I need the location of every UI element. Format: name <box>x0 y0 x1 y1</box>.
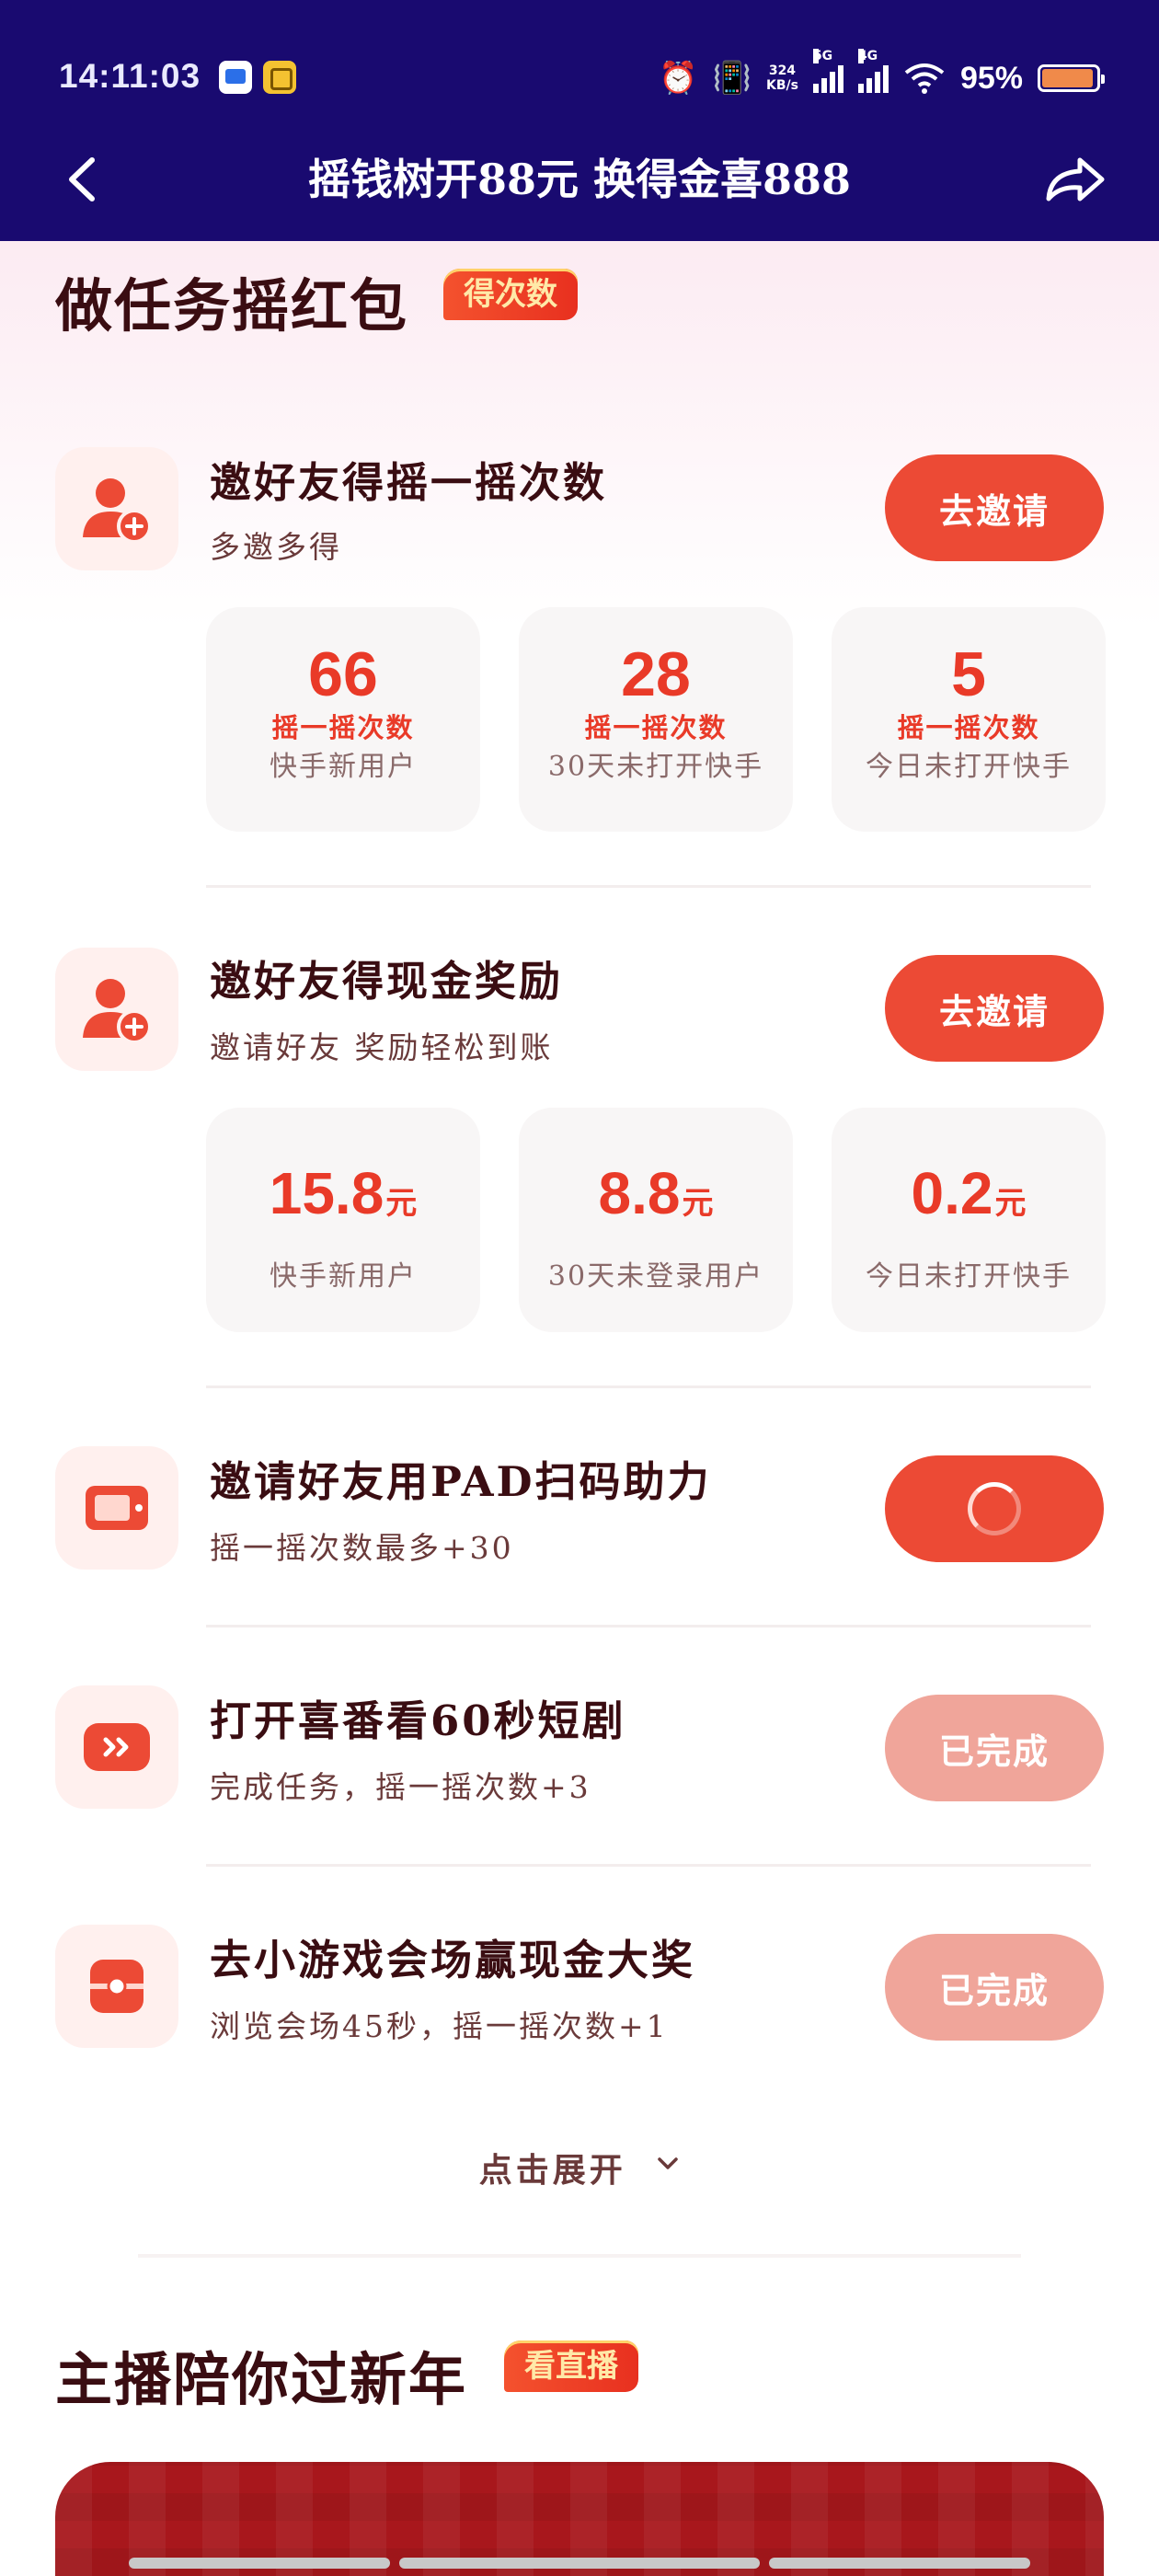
stat-desc: 快手新用户 <box>270 751 417 783</box>
stat-value: 28 <box>621 639 691 709</box>
tasks-section-title: 做任务摇红包 <box>55 272 409 339</box>
completed-button[interactable]: 已完成 <box>885 1695 1104 1801</box>
stat-label: 摇一摇次数 <box>584 712 728 743</box>
cash-value: 8.8元 <box>598 1160 714 1226</box>
signal-4g-icon: 4G <box>857 49 889 93</box>
vibrate-icon: 📳 <box>712 60 752 97</box>
add-user-icon <box>83 478 152 544</box>
drama-task-icon <box>55 1685 178 1809</box>
expand-button[interactable]: 点击展开 <box>0 2144 1159 2191</box>
battery-percent: 95% <box>959 60 1023 96</box>
stat-value: 66 <box>308 639 378 709</box>
page-title: 摇钱树开88元 换得金喜888 <box>307 155 852 204</box>
cash-desc: 快手新用户 <box>270 1260 417 1293</box>
top-bar: 14:11:03 ⏰ 📳 324 KB/s 5G 4G 95% 摇钱树开88元 … <box>0 0 1159 241</box>
add-user-icon <box>83 979 152 1044</box>
share-icon <box>1046 157 1105 201</box>
section-divider <box>138 2254 1021 2258</box>
task-subtitle: 完成任务，摇一摇次数+3 <box>210 1769 591 1805</box>
play-icon <box>84 1723 150 1771</box>
app-notification-icon <box>263 61 296 94</box>
tablet-icon <box>86 1486 148 1530</box>
live-section-badge[interactable]: 看直播 <box>504 2340 638 2392</box>
game-box-icon <box>90 1960 143 2013</box>
pad-assist-button-loading[interactable] <box>885 1455 1104 1562</box>
chevron-down-icon <box>658 2157 679 2169</box>
cash-card: 15.8元 快手新用户 <box>206 1108 480 1332</box>
game-task-icon <box>55 1925 178 2048</box>
task-title: 邀请好友用PAD扫码助力 <box>210 1457 712 1506</box>
invite-task-icon <box>55 447 178 570</box>
cash-value: 15.8元 <box>269 1160 418 1226</box>
signal-5g-icon: 5G <box>812 49 843 93</box>
task-subtitle: 浏览会场45秒，摇一摇次数+1 <box>210 2008 669 2044</box>
wifi-icon <box>904 63 945 94</box>
invite-button[interactable]: 去邀请 <box>885 955 1104 1062</box>
cash-card: 8.8元 30天未登录用户 <box>519 1108 793 1332</box>
task-title: 邀好友得摇一摇次数 <box>210 458 608 507</box>
stat-card: 28 摇一摇次数 30天未打开快手 <box>519 607 793 832</box>
page-content <box>0 241 1159 2576</box>
cash-invite-task-icon <box>55 948 178 1071</box>
invite-button[interactable]: 去邀请 <box>885 454 1104 561</box>
task-subtitle: 多邀多得 <box>210 529 342 565</box>
task-subtitle: 邀请好友 奖励轻松到账 <box>210 1029 554 1065</box>
stat-value: 5 <box>951 639 986 709</box>
live-section-title: 主播陪你过新年 <box>55 2346 468 2413</box>
stat-card: 5 摇一摇次数 今日未打开快手 <box>832 607 1106 832</box>
battery-icon <box>1038 64 1105 92</box>
cash-card: 0.2元 今日未打开快手 <box>832 1108 1106 1332</box>
stat-desc: 30天未打开快手 <box>547 751 764 783</box>
task-title: 打开喜番看60秒短剧 <box>210 1696 626 1745</box>
divider <box>206 1864 1091 1867</box>
divider <box>206 885 1091 888</box>
stat-card: 66 摇一摇次数 快手新用户 <box>206 607 480 832</box>
task-title: 邀好友得现金奖励 <box>210 957 564 1006</box>
net-speed: 324 KB/s <box>765 63 798 93</box>
cash-desc: 今日未打开快手 <box>866 1260 1072 1293</box>
alarm-icon: ⏰ <box>659 60 698 97</box>
stat-desc: 今日未打开快手 <box>866 751 1072 783</box>
completed-button[interactable]: 已完成 <box>885 1934 1104 2041</box>
task-title: 去小游戏会场赢现金大奖 <box>210 1936 696 1984</box>
page-indicator <box>0 2558 1159 2572</box>
chat-app-notification-icon <box>219 61 252 94</box>
tasks-section-badge: 得次数 <box>443 269 578 320</box>
status-bar: 14:11:03 ⏰ 📳 324 KB/s 5G 4G 95% <box>0 0 1159 156</box>
status-indicators: ⏰ 📳 324 KB/s 5G 4G 95% <box>659 49 1105 101</box>
status-time: 14:11:03 <box>59 57 201 95</box>
stat-label: 摇一摇次数 <box>271 712 415 743</box>
divider <box>206 1386 1091 1388</box>
cash-desc: 30天未登录用户 <box>547 1260 764 1293</box>
share-button[interactable] <box>1039 147 1109 212</box>
task-subtitle: 摇一摇次数最多+30 <box>210 1530 514 1566</box>
pad-task-icon <box>55 1446 178 1570</box>
loading-spinner-icon <box>968 1482 1021 1535</box>
expand-label: 点击展开 <box>478 2151 626 2190</box>
divider <box>206 1625 1091 1627</box>
stat-label: 摇一摇次数 <box>897 712 1040 743</box>
cash-value: 0.2元 <box>911 1160 1027 1226</box>
